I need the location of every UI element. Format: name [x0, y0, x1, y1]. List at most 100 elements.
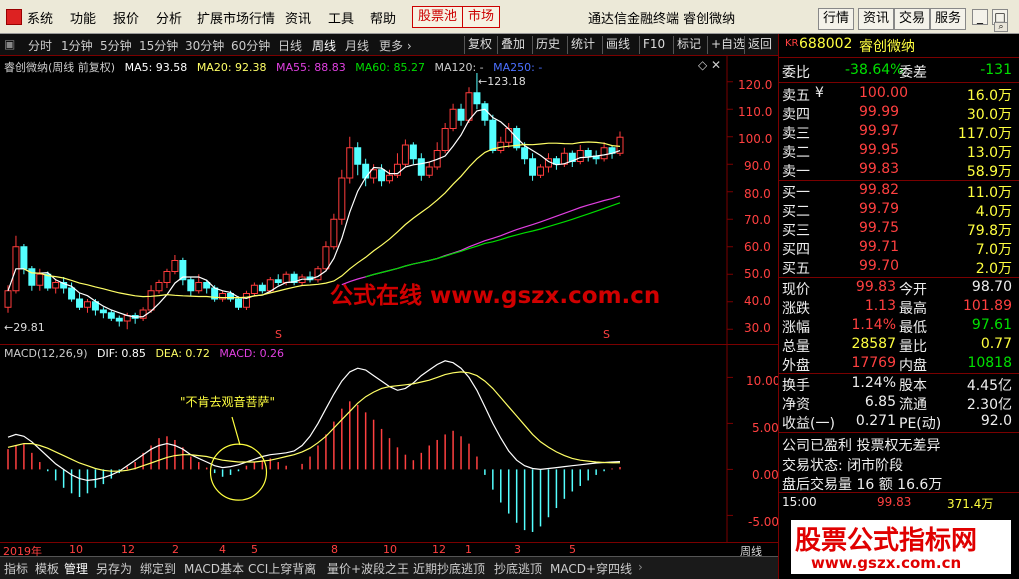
stat-value: 97.61 [971, 317, 1012, 333]
ask-label: 卖二 [782, 145, 810, 161]
menu-news[interactable]: 资讯 [285, 8, 311, 27]
s-marker: S [275, 328, 282, 341]
period-intraday[interactable]: 分时 [28, 37, 52, 54]
period-1min[interactable]: 1分钟 [61, 37, 93, 54]
stat-row: 涨跌 1.13 最高 101.89 [779, 298, 1019, 317]
tab-bottom-top[interactable]: 抄底逃顶 [494, 560, 542, 577]
candle [258, 284, 266, 292]
ask-row[interactable]: 卖三 99.97 117.0万 [779, 123, 1019, 142]
tab-recent-bottom[interactable]: 近期抄底逃顶 [413, 560, 485, 577]
menu-tools[interactable]: 工具 [328, 8, 354, 27]
period-more[interactable]: 更多 › [379, 37, 412, 54]
ask-row[interactable]: 卖二 99.95 13.0万 [779, 142, 1019, 161]
menu-analysis[interactable]: 分析 [156, 8, 182, 27]
history-button[interactable]: 历史 [532, 36, 563, 54]
menu-function[interactable]: 功能 [70, 8, 96, 27]
ask-row[interactable]: 卖一 99.83 58.9万 [779, 161, 1019, 180]
stat-row: 净资 6.85 流通 2.30亿 [779, 394, 1019, 413]
stock-pool-button[interactable]: 股票池 [412, 6, 464, 28]
period-monthly[interactable]: 月线 [345, 37, 369, 54]
market-tag: KR [785, 38, 799, 49]
y-label: -5.00 [748, 515, 780, 529]
tab-macd-basic[interactable]: MACD基本 [184, 560, 244, 577]
candle [346, 147, 354, 179]
tab-bind-to[interactable]: 绑定到 [140, 560, 176, 577]
stat-label: 今开 [899, 282, 927, 298]
candle [417, 158, 425, 176]
period-30min[interactable]: 30分钟 [185, 37, 224, 54]
stock-header: KR 688002 睿创微纳 [779, 36, 1019, 56]
dea-line [7, 371, 620, 472]
period-60min[interactable]: 60分钟 [231, 37, 270, 54]
bid-row[interactable]: 买五 99.70 2.0万 [779, 258, 1019, 277]
candle [584, 150, 592, 157]
ask-row[interactable]: 卖五 ¥100.00 16.0万 [779, 85, 1019, 104]
bid-row[interactable]: 买二 99.79 4.0万 [779, 201, 1019, 220]
period-15min[interactable]: 15分钟 [139, 37, 178, 54]
kline-panel[interactable]: 睿创微纳(周线 前复权) MA5: 93.58 MA20: 92.38 MA55… [0, 56, 778, 344]
tab-cci-divergence[interactable]: CCI上穿背离 [248, 560, 316, 577]
candle [473, 92, 481, 105]
mark-button[interactable]: 标记 [673, 36, 704, 54]
stat-label: 涨幅 [782, 320, 810, 336]
tab-scroll-right-icon[interactable]: › [638, 560, 643, 574]
period-daily[interactable]: 日线 [278, 37, 302, 54]
candle [354, 147, 362, 165]
quote-tab-button[interactable]: 行情 [818, 8, 855, 30]
ask-price: 99.97 [859, 123, 900, 139]
company-info: 公司已盈利 投票权无差异 [782, 438, 941, 454]
overlay-button[interactable]: 叠加 [497, 36, 528, 54]
tab-volume-price[interactable]: 量价+波段之王 [327, 560, 409, 577]
panel-close-icon[interactable]: ◇ ✕ [698, 58, 721, 72]
bid-row[interactable]: 买一 99.82 11.0万 [779, 182, 1019, 201]
tab-macd-four-lines[interactable]: MACD+穿四线 [550, 560, 632, 577]
macd-panel[interactable]: MACD(12,26,9) DIF: 0.85 DEA: 0.72 MACD: … [0, 344, 780, 543]
tab-indicator[interactable]: 指标 [4, 560, 28, 577]
stat-row: 收益(一) 0.271 PE(动) 92.0 [779, 413, 1019, 432]
date-label: 1 [465, 543, 472, 556]
tab-template[interactable]: 模板 [35, 560, 59, 577]
draw-line-button[interactable]: 画线 [602, 36, 633, 54]
service-tab-button[interactable]: 服务 [930, 8, 967, 30]
candle [76, 298, 84, 308]
market-button[interactable]: 市场 [462, 6, 501, 28]
tab-save-as[interactable]: 另存为 [96, 560, 132, 577]
menu-help[interactable]: 帮助 [370, 8, 396, 27]
restore-rights-button[interactable]: 复权 [464, 36, 495, 54]
search-icon[interactable]: ⌕ [994, 22, 1008, 32]
ma60-line [365, 202, 621, 278]
f10-button[interactable]: F10 [639, 36, 668, 54]
period-collapse-icon[interactable]: ▣ [4, 37, 15, 51]
tab-manage[interactable]: 管理 [64, 560, 88, 577]
statistics-button[interactable]: 统计 [567, 36, 598, 54]
annotation-text: "不肯去观音菩萨" [180, 395, 276, 409]
candle [362, 163, 370, 179]
minimize-icon[interactable]: _ [972, 9, 988, 25]
dea-value: DEA: 0.72 [155, 347, 210, 360]
date-label: 2 [172, 543, 179, 556]
stat-value: 17769 [851, 355, 896, 371]
back-button[interactable]: 返回 [744, 36, 775, 54]
stat-label: 股本 [899, 378, 927, 394]
candle [266, 279, 274, 292]
period-weekly[interactable]: 周线 [312, 37, 336, 54]
bid-volume: 11.0万 [966, 185, 1012, 201]
news-tab-button[interactable]: 资讯 [858, 8, 895, 30]
candle [576, 150, 584, 162]
trade-tab-button[interactable]: 交易 [894, 8, 931, 30]
menu-extended-market[interactable]: 扩展市场行情 [197, 8, 275, 27]
period-5min[interactable]: 5分钟 [100, 37, 132, 54]
bid-row[interactable]: 买四 99.71 7.0万 [779, 239, 1019, 258]
bid-volume: 7.0万 [975, 242, 1012, 258]
candle [457, 108, 465, 121]
candle [83, 301, 91, 308]
add-watchlist-button[interactable]: +自选 [707, 36, 748, 54]
candle [250, 284, 258, 294]
ask-row[interactable]: 卖四 99.99 30.0万 [779, 104, 1019, 123]
menu-system[interactable]: 系统 [27, 8, 53, 27]
bid-row[interactable]: 买三 99.75 79.8万 [779, 220, 1019, 239]
date-label: 8 [331, 543, 338, 556]
candle [147, 290, 155, 311]
ask-volume: 30.0万 [966, 107, 1012, 123]
menu-quote[interactable]: 报价 [113, 8, 139, 27]
